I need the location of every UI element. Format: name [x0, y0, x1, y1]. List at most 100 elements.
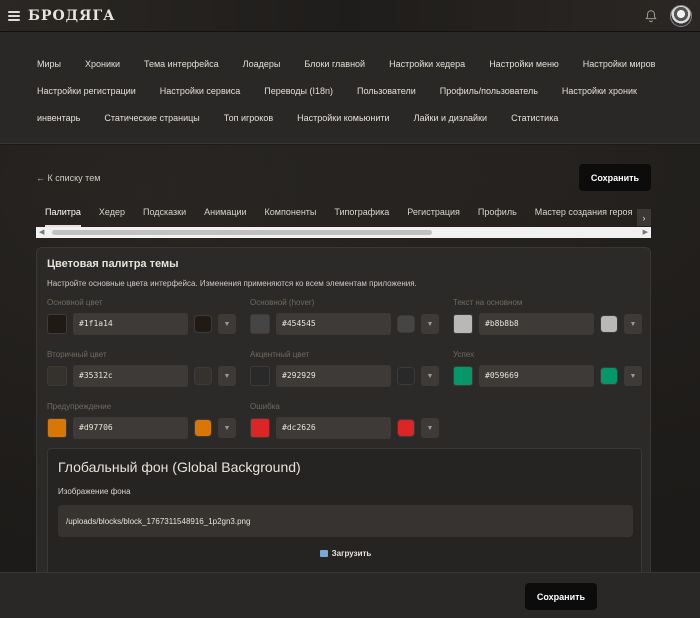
- admin-nav-row: Миры Хроники Тема интерфейса Лоадеры Бло…: [37, 50, 670, 77]
- nav-item-inventory[interactable]: инвентарь: [37, 113, 80, 123]
- nav-item-community-settings[interactable]: Настройки комьюнити: [297, 113, 389, 123]
- color-picker[interactable]: [600, 315, 618, 333]
- chevron-down-icon[interactable]: ▼: [624, 366, 642, 386]
- color-field-error: Ошибка #dc2626 ▼: [250, 402, 450, 450]
- color-picker[interactable]: [194, 367, 212, 385]
- avatar[interactable]: [670, 4, 692, 27]
- nav-item-menu-settings[interactable]: Настройки меню: [489, 59, 559, 69]
- color-swatch: [47, 418, 67, 438]
- color-swatch: [250, 366, 270, 386]
- color-field-primary-hover: Основной (hover) #454545 ▼: [250, 298, 450, 346]
- tab-profile[interactable]: Профиль: [478, 201, 517, 227]
- hex-input[interactable]: #35312c: [73, 365, 188, 387]
- nav-item-loaders[interactable]: Лоадеры: [243, 59, 281, 69]
- background-image-label: Изображение фона: [58, 487, 131, 496]
- app-logo[interactable]: БРОДЯГА: [28, 8, 116, 24]
- palette-title: Цветовая палитра темы: [47, 258, 179, 270]
- upload-button[interactable]: Загрузить: [48, 549, 643, 558]
- tab-typography[interactable]: Типографика: [334, 201, 389, 227]
- admin-nav-row: инвентарь Статические страницы Топ игрок…: [37, 104, 670, 131]
- tab-components[interactable]: Компоненты: [265, 201, 317, 227]
- hex-input[interactable]: #b8b8b8: [479, 313, 594, 335]
- color-field-label: Текст на основном: [453, 298, 523, 307]
- hex-input[interactable]: #454545: [276, 313, 391, 335]
- tab-animations[interactable]: Анимации: [204, 201, 246, 227]
- scroll-left-icon[interactable]: ◀: [39, 228, 44, 236]
- nav-item-chronicles[interactable]: Хроники: [85, 59, 120, 69]
- nav-item-static-pages[interactable]: Статические страницы: [104, 113, 199, 123]
- app-header: БРОДЯГА: [0, 0, 700, 32]
- admin-nav: Миры Хроники Тема интерфейса Лоадеры Бло…: [0, 32, 700, 144]
- hex-input[interactable]: #d97706: [73, 417, 188, 439]
- nav-item-service-settings[interactable]: Настройки сервиса: [160, 86, 240, 96]
- color-field-primary: Основной цвет #1f1a14 ▼: [47, 298, 247, 346]
- tab-registration[interactable]: Регистрация: [407, 201, 460, 227]
- color-field-secondary: Вторичный цвет #35312c ▼: [47, 350, 247, 398]
- theme-tabs: Палитра Хедер Подсказки Анимации Компоне…: [36, 201, 651, 227]
- hex-input[interactable]: #1f1a14: [73, 313, 188, 335]
- tabs-scrollbar[interactable]: ◀ ▶: [36, 227, 651, 238]
- global-background-title: Глобальный фон (Global Background): [58, 459, 301, 475]
- color-field-label: Основной (hover): [250, 298, 315, 307]
- nav-item-users[interactable]: Пользователи: [357, 86, 416, 96]
- chevron-down-icon[interactable]: ▼: [218, 366, 236, 386]
- nav-item-interface-theme[interactable]: Тема интерфейса: [144, 59, 219, 69]
- color-picker[interactable]: [397, 367, 415, 385]
- nav-item-statistics[interactable]: Статистика: [511, 113, 558, 123]
- nav-item-chronicle-settings[interactable]: Настройки хроник: [562, 86, 637, 96]
- chevron-down-icon[interactable]: ▼: [421, 366, 439, 386]
- upload-label: Загрузить: [331, 549, 372, 558]
- scroll-right-icon[interactable]: ▶: [643, 228, 648, 236]
- tab-hints[interactable]: Подсказки: [143, 201, 186, 227]
- color-swatch: [250, 314, 270, 334]
- nav-item-likes-dislikes[interactable]: Лайки и дизлайки: [414, 113, 488, 123]
- color-swatch: [250, 418, 270, 438]
- chevron-down-icon[interactable]: ▼: [421, 314, 439, 334]
- chevron-down-icon[interactable]: ▼: [218, 314, 236, 334]
- tab-hero-wizard[interactable]: Мастер создания героя: [535, 201, 633, 227]
- nav-item-world-settings[interactable]: Настройки миров: [583, 59, 656, 69]
- upload-icon: [319, 550, 328, 557]
- theme-editor: ← К списку тем Сохранить Палитра Хедер П…: [0, 145, 700, 618]
- tab-palette[interactable]: Палитра: [45, 201, 81, 227]
- hex-input[interactable]: #059669: [479, 365, 594, 387]
- nav-item-registration-settings[interactable]: Настройки регистрации: [37, 86, 136, 96]
- nav-item-worlds[interactable]: Миры: [37, 59, 61, 69]
- tabs-scroll-right-button[interactable]: ›: [637, 209, 651, 226]
- palette-card: Цветовая палитра темы Настройте основные…: [36, 247, 653, 588]
- palette-description: Настройте основные цвета интерфейса. Изм…: [47, 279, 417, 288]
- admin-nav-row: Настройки регистрации Настройки сервиса …: [37, 77, 670, 104]
- chevron-down-icon[interactable]: ▼: [421, 418, 439, 438]
- save-button-bottom[interactable]: Сохранить: [525, 583, 597, 610]
- hex-input[interactable]: #dc2626: [276, 417, 391, 439]
- chevron-down-icon[interactable]: ▼: [624, 314, 642, 334]
- color-swatch: [47, 314, 67, 334]
- color-field-label: Успех: [453, 350, 475, 359]
- color-field-label: Ошибка: [250, 402, 280, 411]
- scrollbar-thumb[interactable]: [52, 230, 432, 235]
- color-picker[interactable]: [194, 315, 212, 333]
- menu-icon[interactable]: [8, 10, 20, 21]
- color-picker[interactable]: [600, 367, 618, 385]
- back-to-themes-link[interactable]: ← К списку тем: [36, 173, 100, 183]
- color-field-label: Предупреждение: [47, 402, 112, 411]
- save-button[interactable]: Сохранить: [579, 164, 651, 191]
- color-picker[interactable]: [397, 315, 415, 333]
- bell-icon[interactable]: [644, 9, 658, 23]
- nav-item-top-players[interactable]: Топ игроков: [224, 113, 273, 123]
- chevron-down-icon[interactable]: ▼: [218, 418, 236, 438]
- nav-item-profile-user[interactable]: Профиль/пользователь: [440, 86, 538, 96]
- nav-item-translations[interactable]: Переводы (I18n): [264, 86, 333, 96]
- nav-item-home-blocks[interactable]: Блоки главной: [304, 59, 365, 69]
- header-actions: [644, 4, 692, 27]
- hex-input[interactable]: #292929: [276, 365, 391, 387]
- color-field-accent: Акцентный цвет #292929 ▼: [250, 350, 450, 398]
- background-image-path-input[interactable]: /uploads/blocks/block_1767311548916_1p2g…: [58, 505, 633, 537]
- color-field-label: Акцентный цвет: [250, 350, 310, 359]
- color-picker[interactable]: [397, 419, 415, 437]
- tab-header[interactable]: Хедер: [99, 201, 125, 227]
- color-picker[interactable]: [194, 419, 212, 437]
- color-field-label: Вторичный цвет: [47, 350, 107, 359]
- color-field-success: Успех #059669 ▼: [453, 350, 653, 398]
- nav-item-header-settings[interactable]: Настройки хедера: [389, 59, 465, 69]
